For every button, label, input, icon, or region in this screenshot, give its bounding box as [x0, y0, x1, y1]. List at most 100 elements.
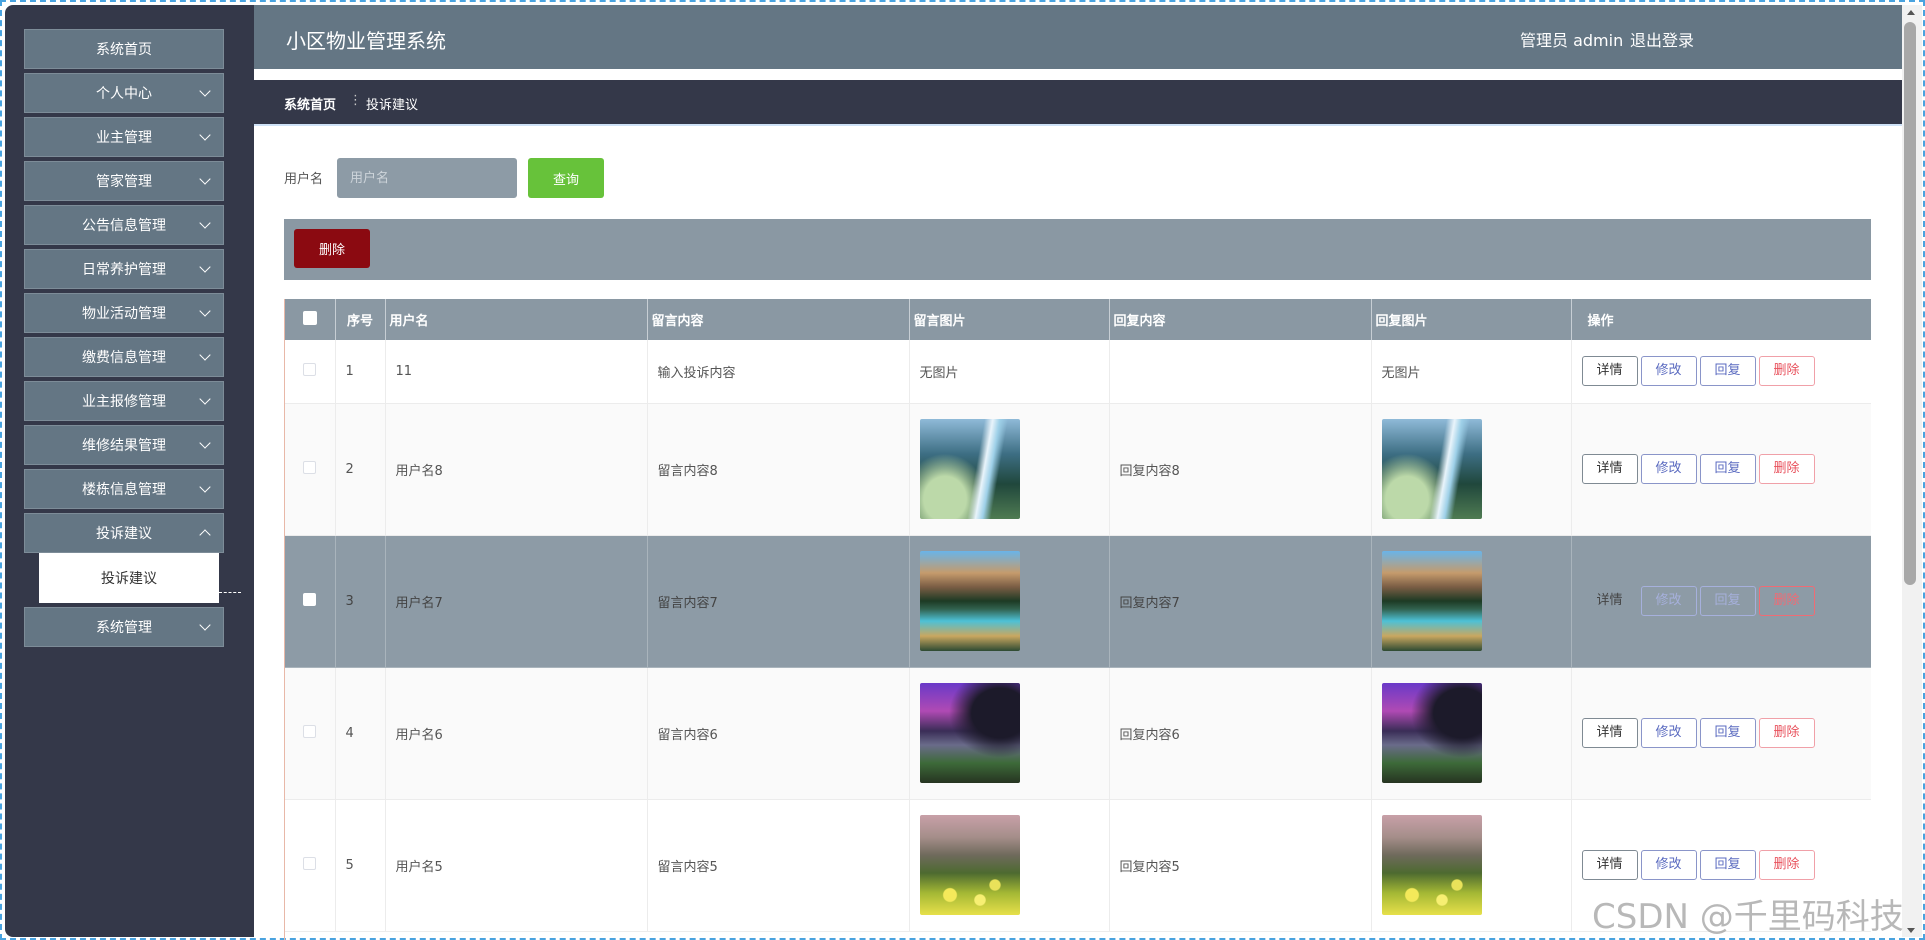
scroll-up-icon[interactable] — [1907, 10, 1915, 15]
reply-button[interactable]: 回复 — [1699, 586, 1756, 616]
sidebar-item-system-management[interactable]: 系统管理 — [24, 607, 224, 647]
row-reply-image-cell — [1371, 799, 1572, 932]
purple-sunset-image[interactable] — [1381, 683, 1482, 783]
row-reply-image-text: 无图片 — [1371, 340, 1572, 404]
edit-button[interactable]: 修改 — [1640, 454, 1697, 484]
row-content: 留言内容8 — [647, 403, 910, 536]
chevron-down-icon — [199, 393, 211, 405]
sidebar-item-label: 系统首页 — [96, 42, 152, 58]
row-checkbox[interactable] — [303, 592, 317, 606]
search-input[interactable] — [337, 158, 517, 198]
column-header-image: 留言图片 — [909, 299, 1110, 340]
waterfall-image[interactable] — [1381, 419, 1482, 519]
row-select-cell — [285, 799, 336, 932]
row-index: 5 — [335, 799, 386, 932]
flower-meadow-image[interactable] — [1381, 815, 1482, 915]
table-header-row: 序号 用户名 留言内容 留言图片 回复内容 回复图片 操作 — [285, 299, 1871, 340]
purple-sunset-image[interactable] — [919, 683, 1020, 783]
row-index: 3 — [335, 535, 386, 668]
chevron-down-icon — [199, 217, 211, 229]
edit-button[interactable]: 修改 — [1640, 356, 1697, 387]
search-button[interactable]: 查询 — [528, 158, 604, 198]
sidebar-item-repair-result-management[interactable]: 维修结果管理 — [24, 425, 224, 465]
sidebar-item-building-management[interactable]: 楼栋信息管理 — [24, 469, 224, 509]
row-index: 2 — [335, 403, 386, 536]
sidebar-item-label: 管家管理 — [96, 174, 152, 190]
mountain-lake-image[interactable] — [1381, 551, 1482, 651]
column-header-index: 序号 — [335, 299, 386, 340]
sidebar-item-label: 业主管理 — [96, 130, 152, 146]
row-image-cell — [909, 667, 1110, 800]
reply-button[interactable]: 回复 — [1699, 356, 1756, 387]
chevron-down-icon — [199, 305, 211, 317]
reply-button[interactable]: 回复 — [1699, 454, 1756, 484]
detail-button[interactable]: 详情 — [1581, 850, 1638, 880]
mountain-lake-image[interactable] — [919, 551, 1020, 651]
sidebar-item-home[interactable]: 系统首页 — [24, 29, 224, 69]
row-actions: 详情 修改 回复 删除 — [1571, 667, 1871, 800]
table-row: 2 用户名8 留言内容8 回复内容8 详情 修改 回复 删除 — [285, 403, 1871, 536]
row-image-cell — [909, 403, 1110, 536]
reply-button[interactable]: 回复 — [1699, 850, 1756, 880]
sidebar-item-label: 业主报修管理 — [82, 394, 166, 410]
sidebar-item-owner-management[interactable]: 业主管理 — [24, 117, 224, 157]
flower-meadow-image[interactable] — [919, 815, 1020, 915]
delete-button[interactable]: 删除 — [1758, 586, 1815, 616]
sidebar-item-activity-management[interactable]: 物业活动管理 — [24, 293, 224, 333]
edit-button[interactable]: 修改 — [1640, 718, 1697, 748]
sidebar-item-maintenance-management[interactable]: 日常养护管理 — [24, 249, 224, 289]
breadcrumb-home[interactable]: 系统首页 — [284, 94, 336, 113]
row-content: 留言内容5 — [647, 799, 910, 932]
row-username: 用户名8 — [385, 403, 648, 536]
delete-button[interactable]: 删除 — [1758, 356, 1815, 387]
detail-button[interactable]: 详情 — [1581, 718, 1638, 748]
row-username: 用户名5 — [385, 799, 648, 932]
detail-button[interactable]: 详情 — [1582, 586, 1638, 616]
row-checkbox[interactable] — [303, 856, 317, 870]
detail-button[interactable]: 详情 — [1581, 356, 1638, 387]
sidebar-item-personal-center[interactable]: 个人中心 — [24, 73, 224, 113]
breadcrumb-current: 投诉建议 — [366, 98, 419, 113]
row-username: 11 — [385, 340, 648, 404]
sidebar-item-label: 物业活动管理 — [82, 306, 166, 322]
sidebar-item-repair-management[interactable]: 业主报修管理 — [24, 381, 224, 421]
sidebar-item-payment-management[interactable]: 缴费信息管理 — [24, 337, 224, 377]
select-all-checkbox[interactable] — [302, 310, 317, 325]
detail-button[interactable]: 详情 — [1581, 454, 1638, 484]
sidebar-subitem-complaints[interactable]: 投诉建议 — [39, 553, 219, 603]
row-image-text: 无图片 — [909, 340, 1110, 404]
delete-button[interactable]: 删除 — [1758, 718, 1815, 748]
row-actions: 详情 修改 回复 删除 — [1571, 535, 1871, 668]
row-index: 1 — [335, 340, 386, 404]
batch-delete-button[interactable]: 删除 — [294, 229, 370, 268]
row-reply — [1109, 340, 1372, 404]
sidebar-item-steward-management[interactable]: 管家管理 — [24, 161, 224, 201]
delete-button[interactable]: 删除 — [1758, 850, 1815, 880]
column-header-content: 留言内容 — [647, 299, 910, 340]
sidebar-subitem-label: 投诉建议 — [101, 571, 157, 587]
row-content: 留言内容6 — [647, 667, 910, 800]
row-reply: 回复内容8 — [1109, 403, 1372, 536]
row-content: 留言内容7 — [647, 535, 910, 668]
edit-button[interactable]: 修改 — [1640, 850, 1697, 880]
row-reply: 回复内容5 — [1109, 799, 1372, 932]
row-reply: 回复内容7 — [1109, 535, 1372, 668]
select-all-cell — [285, 299, 336, 340]
scroll-down-icon[interactable] — [1907, 928, 1915, 933]
table-row: 4 用户名6 留言内容6 回复内容6 详情 修改 回复 删除 — [285, 667, 1871, 800]
row-checkbox[interactable] — [303, 724, 317, 738]
row-checkbox[interactable] — [303, 460, 317, 474]
waterfall-image[interactable] — [919, 419, 1020, 519]
breadcrumb: 系统首页 ⋮ 投诉建议 — [254, 80, 1902, 126]
column-header-reply: 回复内容 — [1109, 299, 1372, 340]
row-checkbox[interactable] — [303, 362, 317, 376]
sidebar-item-notice-management[interactable]: 公告信息管理 — [24, 205, 224, 245]
edit-button[interactable]: 修改 — [1640, 586, 1697, 616]
sidebar-item-complaints[interactable]: 投诉建议 — [24, 513, 224, 553]
scrollbar-thumb[interactable] — [1904, 22, 1916, 585]
logout-link[interactable]: 退出登录 — [1630, 27, 1694, 51]
delete-button[interactable]: 删除 — [1758, 454, 1815, 484]
reply-button[interactable]: 回复 — [1699, 718, 1756, 748]
chevron-down-icon — [199, 437, 211, 449]
sidebar-item-label: 日常养护管理 — [82, 262, 166, 278]
